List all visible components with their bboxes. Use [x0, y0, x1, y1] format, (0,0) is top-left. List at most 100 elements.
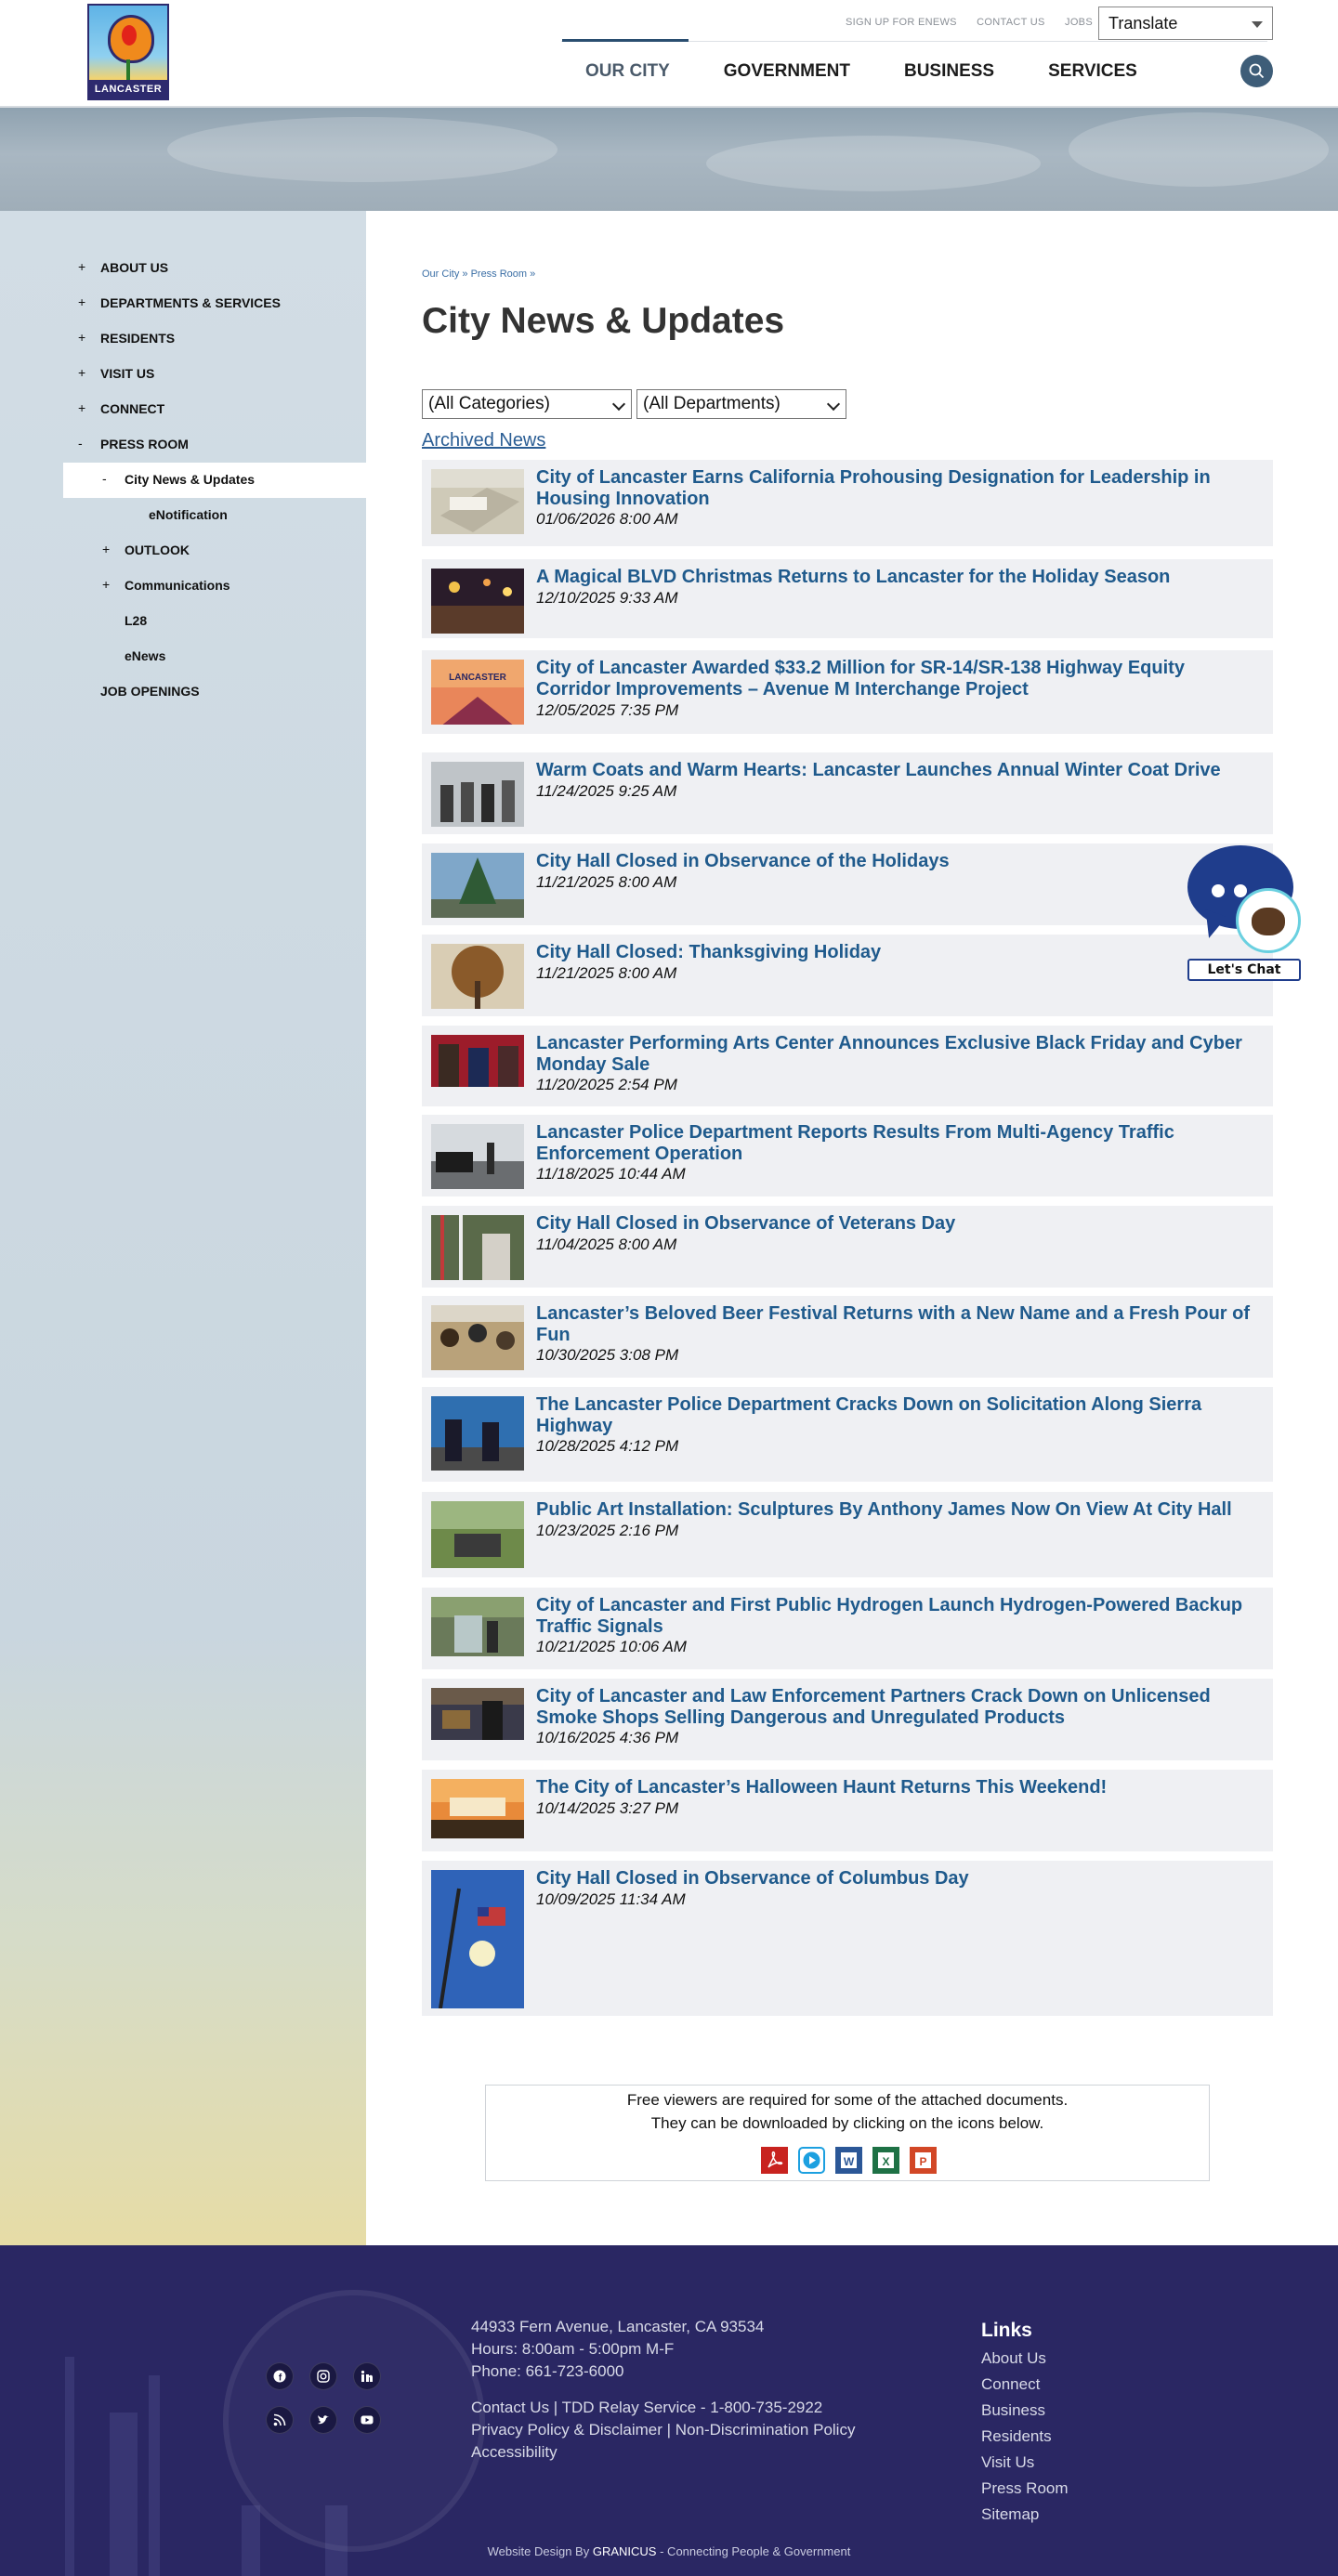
expand-icon[interactable]: + [78, 365, 85, 380]
expand-icon[interactable]: + [78, 330, 85, 345]
news-title-link[interactable]: Public Art Installation: Sculptures By A… [536, 1499, 1261, 1521]
sidebar-sub-enews[interactable]: eNews [125, 648, 165, 663]
sidebar-item-residents[interactable]: + RESIDENTS [78, 330, 175, 346]
news-title-link[interactable]: City Hall Closed in Observance of Columb… [536, 1868, 1261, 1890]
sidebar-item-departments[interactable]: + DEPARTMENTS & SERVICES [78, 294, 281, 310]
footer-policy-line[interactable]: Privacy Policy & Disclaimer | Non-Discri… [471, 2421, 855, 2439]
footer-link-business[interactable]: Business [981, 2401, 1045, 2420]
news-thumbnail[interactable] [431, 1779, 524, 1838]
expand-icon[interactable]: + [102, 577, 110, 592]
news-thumbnail[interactable] [431, 1870, 524, 2008]
footer-accessibility-link[interactable]: Accessibility [471, 2443, 558, 2462]
news-date: 10/16/2025 4:36 PM [536, 1729, 679, 1746]
sidebar-item-about-us[interactable]: + ABOUT US [78, 259, 168, 275]
news-title-link[interactable]: Warm Coats and Warm Hearts: Lancaster La… [536, 760, 1261, 781]
news-title-link[interactable]: City Hall Closed in Observance of the Ho… [536, 851, 1261, 872]
news-thumbnail[interactable] [431, 1501, 524, 1568]
word-viewer-icon[interactable]: W [835, 2147, 862, 2174]
jobs-link[interactable]: JOBS [1065, 17, 1093, 28]
nav-our-city[interactable]: OUR CITY [562, 39, 689, 82]
signup-enews-link[interactable]: SIGN UP FOR ENEWS [846, 17, 957, 28]
news-thumbnail[interactable] [431, 1597, 524, 1656]
facebook-icon[interactable]: f [266, 2362, 294, 2390]
news-thumbnail[interactable] [431, 944, 524, 1009]
sidebar-sub-outlook[interactable]: + OUTLOOK [102, 542, 190, 557]
footer-link-visit-us[interactable]: Visit Us [981, 2453, 1034, 2472]
news-thumbnail[interactable] [431, 1124, 524, 1189]
chat-widget[interactable]: Let's Chat [1186, 843, 1306, 985]
news-thumbnail[interactable] [431, 1688, 524, 1740]
news-thumbnail[interactable] [431, 1215, 524, 1280]
media-player-icon[interactable] [798, 2147, 825, 2174]
news-title-link[interactable]: The Lancaster Police Department Cracks D… [536, 1394, 1261, 1437]
lets-chat-button[interactable]: Let's Chat [1187, 959, 1301, 981]
instagram-icon[interactable] [309, 2362, 337, 2390]
sidebar-sub-communications[interactable]: + Communications [102, 577, 230, 593]
news-title-link[interactable]: Lancaster Performing Arts Center Announc… [536, 1033, 1261, 1076]
news-title-link[interactable]: City Hall Closed in Observance of Vetera… [536, 1213, 1261, 1235]
collapse-icon[interactable]: - [102, 471, 107, 486]
news-title-link[interactable]: City of Lancaster and Law Enforcement Pa… [536, 1686, 1261, 1729]
nav-services[interactable]: SERVICES [1048, 61, 1137, 82]
news-thumbnail[interactable] [431, 1035, 524, 1087]
news-thumbnail[interactable] [431, 762, 524, 827]
news-title-link[interactable]: City of Lancaster and First Public Hydro… [536, 1595, 1261, 1638]
sidebar-sub-city-news[interactable]: - City News & Updates [102, 471, 255, 487]
expand-icon[interactable]: + [78, 294, 85, 309]
news-item: Lancaster Performing Arts Center Announc… [422, 1026, 1273, 1106]
news-thumbnail[interactable] [431, 569, 524, 634]
archived-news-link[interactable]: Archived News [422, 430, 545, 451]
news-item: A Magical BLVD Christmas Returns to Lanc… [422, 559, 1273, 638]
news-date: 12/05/2025 7:35 PM [536, 701, 679, 719]
excel-viewer-icon[interactable]: X [872, 2147, 899, 2174]
sidebar-sub-enotification[interactable]: eNotification [149, 507, 228, 522]
footer-link-residents[interactable]: Residents [981, 2427, 1052, 2446]
expand-icon[interactable]: + [78, 400, 85, 415]
news-title-link[interactable]: City of Lancaster Awarded $33.2 Million … [536, 658, 1261, 700]
youtube-icon[interactable] [353, 2406, 381, 2434]
breadcrumb[interactable]: Our City » Press Room » [422, 268, 535, 280]
search-button[interactable] [1240, 55, 1273, 87]
news-thumbnail[interactable] [431, 1396, 524, 1471]
news-title-link[interactable]: City of Lancaster Earns California Proho… [536, 467, 1261, 510]
sidebar-item-visit-us[interactable]: + VISIT US [78, 365, 154, 381]
nav-business[interactable]: BUSINESS [904, 61, 994, 82]
footer-contact-line[interactable]: Contact Us | TDD Relay Service - 1-800-7… [471, 2399, 822, 2417]
expand-icon[interactable]: + [78, 259, 85, 274]
news-thumbnail[interactable] [431, 1305, 524, 1370]
city-logo[interactable]: LANCASTER [87, 4, 169, 100]
news-item: City Hall Closed: Thanksgiving Holiday 1… [422, 935, 1273, 1016]
expand-icon[interactable]: + [102, 542, 110, 556]
viewers-text: They can be downloaded by clicking on th… [650, 2114, 1044, 2132]
news-thumbnail[interactable]: LANCASTER [431, 660, 524, 725]
news-title-link[interactable]: Lancaster’s Beloved Beer Festival Return… [536, 1303, 1261, 1346]
news-title-link[interactable]: A Magical BLVD Christmas Returns to Lanc… [536, 567, 1261, 588]
news-item: LANCASTER City of Lancaster Awarded $33.… [422, 650, 1273, 734]
twitter-icon[interactable] [309, 2406, 337, 2434]
sidebar-item-job-openings[interactable]: JOB OPENINGS [100, 684, 200, 699]
granicus-link[interactable]: GRANICUS [593, 2544, 657, 2558]
linkedin-icon[interactable] [353, 2362, 381, 2390]
footer-link-about-us[interactable]: About Us [981, 2349, 1046, 2368]
pdf-viewer-icon[interactable] [761, 2147, 788, 2174]
powerpoint-viewer-icon[interactable]: P [910, 2147, 937, 2174]
sidebar-sub-l28[interactable]: L28 [125, 613, 147, 628]
sidebar-item-press-room[interactable]: - PRESS ROOM [78, 436, 189, 451]
news-title-link[interactable]: The City of Lancaster’s Halloween Haunt … [536, 1777, 1261, 1798]
footer-link-press-room[interactable]: Press Room [981, 2479, 1069, 2498]
translate-select[interactable]: Translate [1098, 7, 1273, 40]
department-filter-select[interactable]: (All Departments) [636, 389, 846, 419]
news-thumbnail[interactable] [431, 469, 524, 534]
nav-government[interactable]: GOVERNMENT [724, 61, 850, 82]
rss-icon[interactable] [266, 2406, 294, 2434]
news-thumbnail[interactable] [431, 853, 524, 918]
footer-link-sitemap[interactable]: Sitemap [981, 2505, 1039, 2524]
category-filter-select[interactable]: (All Categories) [422, 389, 632, 419]
news-title-link[interactable]: City Hall Closed: Thanksgiving Holiday [536, 942, 1261, 963]
footer-link-connect[interactable]: Connect [981, 2375, 1040, 2394]
utility-nav: SIGN UP FOR ENEWS CONTACT US JOBS [846, 17, 1109, 28]
contact-us-link[interactable]: CONTACT US [977, 17, 1045, 28]
sidebar-item-connect[interactable]: + CONNECT [78, 400, 164, 416]
collapse-icon[interactable]: - [78, 436, 83, 451]
news-title-link[interactable]: Lancaster Police Department Reports Resu… [536, 1122, 1261, 1165]
